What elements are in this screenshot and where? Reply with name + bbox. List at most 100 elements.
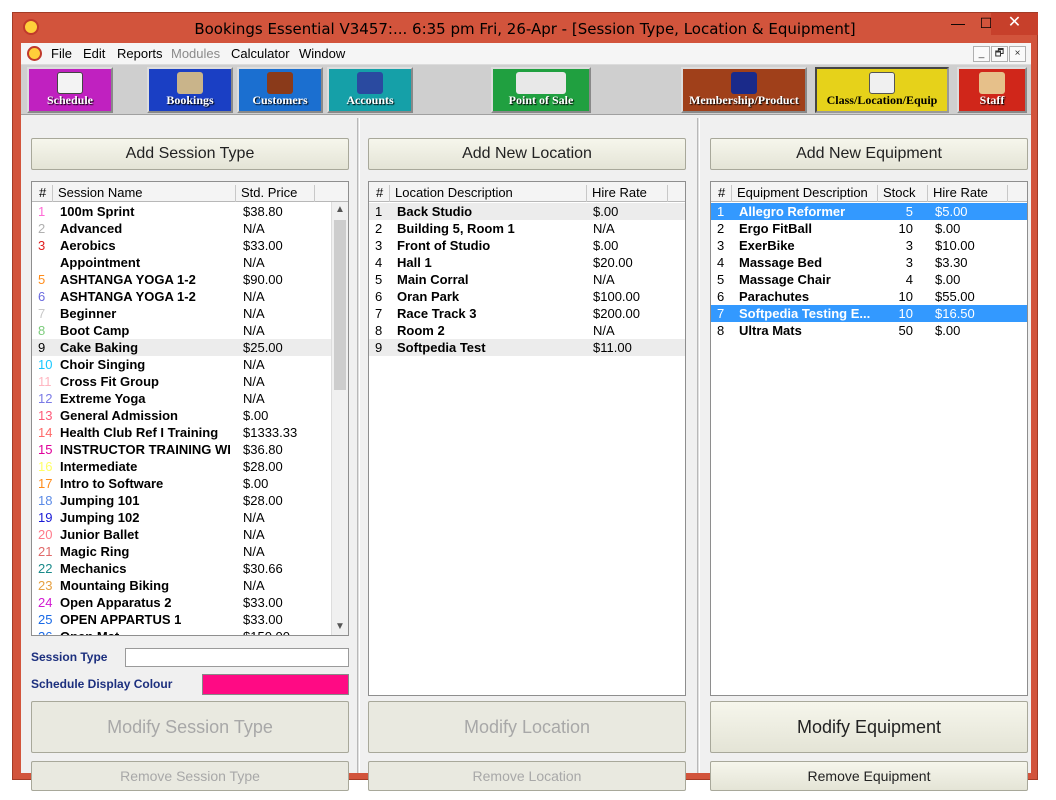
schedule-colour-swatch[interactable] (202, 674, 349, 695)
table-row[interactable]: 18 Jumping 101 $28.00 (32, 492, 348, 509)
row-number-cell: 7 (375, 306, 383, 321)
session-type-input[interactable] (125, 648, 349, 667)
menu-edit[interactable]: Edit (83, 46, 105, 61)
table-row[interactable]: 20 Junior Ballet N/A (32, 526, 348, 543)
schedule-button[interactable]: Schedule (27, 67, 113, 113)
table-row[interactable]: 6 Parachutes 10 $55.00 (711, 288, 1027, 305)
add-session-type-button[interactable]: Add Session Type (31, 138, 349, 170)
table-row[interactable]: 3 Front of Studio $.00 (369, 237, 685, 254)
table-row[interactable]: 22 Mechanics $30.66 (32, 560, 348, 577)
menu-reports[interactable]: Reports (117, 46, 163, 61)
table-row[interactable]: 3 Aerobics $33.00 (32, 237, 348, 254)
price-cell: N/A (243, 510, 265, 525)
child-minimize-button[interactable]: _ (973, 46, 990, 62)
panel-divider[interactable] (697, 118, 700, 773)
menu-calculator[interactable]: Calculator (231, 46, 290, 61)
table-row[interactable]: 1 100m Sprint $38.80 (32, 203, 348, 220)
table-row[interactable]: 17 Intro to Software $.00 (32, 475, 348, 492)
table-row[interactable]: 7 Race Track 3 $200.00 (369, 305, 685, 322)
menu-window[interactable]: Window (299, 46, 345, 61)
minimize-button[interactable]: — (943, 13, 973, 35)
table-row[interactable]: 16 Intermediate $28.00 (32, 458, 348, 475)
menu-file[interactable]: File (51, 46, 72, 61)
table-row[interactable]: 5 Massage Chair 4 $.00 (711, 271, 1027, 288)
session-scrollbar[interactable]: ▲ ▼ (331, 202, 348, 635)
table-row[interactable]: 1 Allegro Reformer 5 $5.00 (711, 203, 1027, 220)
close-button[interactable]: ✕ (991, 13, 1038, 35)
table-row[interactable]: 7 Softpedia Testing E... 10 $16.50 (711, 305, 1027, 322)
bookings-button[interactable]: Bookings (147, 67, 233, 113)
point-of-sale-button[interactable]: Point of Sale (491, 67, 591, 113)
table-row[interactable]: 24 Open Apparatus 2 $33.00 (32, 594, 348, 611)
table-row[interactable]: 7 Beginner N/A (32, 305, 348, 322)
panel-divider[interactable] (357, 118, 360, 773)
price-cell: N/A (243, 391, 265, 406)
table-row[interactable]: 23 Mountaing Biking N/A (32, 577, 348, 594)
modify-location-button[interactable]: Modify Location (368, 701, 686, 753)
document-icon[interactable] (27, 46, 42, 61)
table-row[interactable]: 21 Magic Ring N/A (32, 543, 348, 560)
column-header-location-description[interactable]: Location Description (389, 185, 513, 202)
table-row[interactable]: 8 Boot Camp N/A (32, 322, 348, 339)
scroll-down-arrow[interactable]: ▼ (332, 619, 348, 635)
table-row[interactable]: 3 ExerBike 3 $10.00 (711, 237, 1027, 254)
class-location-equip-button[interactable]: Class/Location/Equip (815, 67, 949, 113)
table-row[interactable]: 4 Massage Bed 3 $3.30 (711, 254, 1027, 271)
add-location-button[interactable]: Add New Location (368, 138, 686, 170)
column-header-number[interactable]: # (371, 185, 383, 202)
child-close-button[interactable]: × (1009, 46, 1026, 62)
location-name-cell: Main Corral (397, 272, 469, 287)
table-row[interactable]: 4 Hall 1 $20.00 (369, 254, 685, 271)
table-row[interactable]: 9 Cake Baking $25.00 (32, 339, 348, 356)
column-header-hire-rate[interactable]: Hire Rate (927, 185, 988, 202)
table-row[interactable]: 6 Oran Park $100.00 (369, 288, 685, 305)
scroll-thumb[interactable] (334, 220, 346, 390)
remove-location-button[interactable]: Remove Location (368, 761, 686, 791)
column-header-number[interactable]: # (713, 185, 725, 202)
row-number-cell: 10 (38, 357, 53, 372)
table-row[interactable]: 6 ASHTANGA YOGA 1-2 N/A (32, 288, 348, 305)
table-row[interactable]: 11 Cross Fit Group N/A (32, 373, 348, 390)
title-bar[interactable]: Bookings Essential V3457:... 6:35 pm Fri… (13, 13, 1038, 43)
column-header-session-name[interactable]: Session Name (52, 185, 143, 202)
table-row[interactable]: 26 Open Mat $150.00 (32, 628, 348, 635)
remove-equipment-button[interactable]: Remove Equipment (710, 761, 1028, 791)
accounts-button[interactable]: Accounts (327, 67, 413, 113)
column-header-hire-rate[interactable]: Hire Rate (586, 185, 647, 202)
scroll-up-arrow[interactable]: ▲ (332, 202, 348, 218)
child-restore-button[interactable]: 🗗 (991, 46, 1008, 62)
column-header-number[interactable]: # (34, 185, 46, 202)
table-row[interactable]: 8 Room 2 N/A (369, 322, 685, 339)
table-row[interactable]: 14 Health Club Ref I Training $1333.33 (32, 424, 348, 441)
customers-button[interactable]: Customers (237, 67, 323, 113)
row-number-cell: 1 (375, 204, 383, 219)
table-row[interactable]: 5 ASHTANGA YOGA 1-2 $90.00 (32, 271, 348, 288)
table-row[interactable]: 1 Back Studio $.00 (369, 203, 685, 220)
table-row[interactable]: 13 General Admission $.00 (32, 407, 348, 424)
table-row[interactable]: 12 Extreme Yoga N/A (32, 390, 348, 407)
modify-session-type-button[interactable]: Modify Session Type (31, 701, 349, 753)
table-row[interactable]: 2 Ergo FitBall 10 $.00 (711, 220, 1027, 237)
table-row[interactable]: 2 Advanced N/A (32, 220, 348, 237)
price-cell: $90.00 (243, 272, 283, 287)
column-header-std-price[interactable]: Std. Price (235, 185, 297, 202)
table-row[interactable]: 9 Softpedia Test $11.00 (369, 339, 685, 356)
table-row[interactable]: 5 Main Corral N/A (369, 271, 685, 288)
add-equipment-button[interactable]: Add New Equipment (710, 138, 1028, 170)
row-number-cell: 2 (38, 221, 46, 236)
membership-product-button[interactable]: Membership/Product (681, 67, 807, 113)
table-row[interactable]: 25 OPEN APPARTUS 1 $33.00 (32, 611, 348, 628)
table-row[interactable]: 2 Building 5, Room 1 N/A (369, 220, 685, 237)
table-row[interactable]: 8 Ultra Mats 50 $.00 (711, 322, 1027, 339)
table-row[interactable]: Appointment N/A (32, 254, 348, 271)
location-name-cell: Building 5, Room 1 (397, 221, 515, 236)
column-header-equipment-description[interactable]: Equipment Description (731, 185, 868, 202)
remove-session-type-button[interactable]: Remove Session Type (31, 761, 349, 791)
table-row[interactable]: 10 Choir Singing N/A (32, 356, 348, 373)
staff-button[interactable]: Staff (957, 67, 1027, 113)
price-cell: N/A (243, 255, 265, 270)
table-row[interactable]: 19 Jumping 102 N/A (32, 509, 348, 526)
modify-equipment-button[interactable]: Modify Equipment (710, 701, 1028, 753)
column-header-stock[interactable]: Stock (877, 185, 916, 202)
table-row[interactable]: 15 INSTRUCTOR TRAINING WI $36.80 (32, 441, 348, 458)
